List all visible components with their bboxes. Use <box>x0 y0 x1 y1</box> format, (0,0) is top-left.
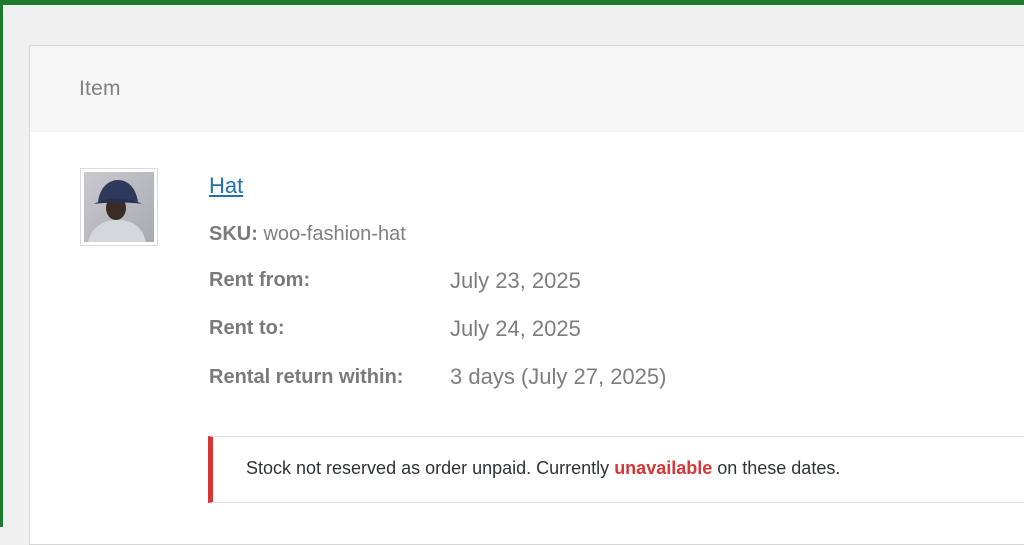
rent-from-value: July 23, 2025 <box>450 268 581 293</box>
product-thumbnail-image <box>84 172 154 242</box>
sku-value: woo-fashion-hat <box>263 223 406 245</box>
product-name-link[interactable]: Hat <box>209 173 243 199</box>
rent-from-label: Rent from: <box>209 269 311 291</box>
stock-warning-notice: Stock not reserved as order unpaid. Curr… <box>208 436 1024 503</box>
rent-to-value: July 24, 2025 <box>450 316 581 341</box>
rental-return-value: 3 days (July 27, 2025) <box>450 364 667 389</box>
items-table-header: Item <box>30 46 1024 132</box>
product-sku: SKU: woo-fashion-hat <box>209 223 406 246</box>
rent-to-label: Rent to: <box>209 317 285 339</box>
rental-return-label: Rental return within: <box>209 366 404 388</box>
stock-warning-text: Stock not reserved as order unpaid. Curr… <box>246 458 840 479</box>
order-items-panel: Item Hat SKU: woo-fashion-hat Rent from:… <box>29 45 1024 545</box>
notice-text-after: on these dates. <box>712 458 841 478</box>
column-header-item: Item <box>79 77 121 100</box>
window-top-border <box>0 0 1024 5</box>
unavailable-highlight: unavailable <box>614 458 713 478</box>
sku-label: SKU: <box>209 223 258 245</box>
product-thumbnail[interactable] <box>80 168 158 246</box>
notice-text-before: Stock not reserved as order unpaid. Curr… <box>246 458 615 478</box>
window-left-border <box>0 0 3 527</box>
